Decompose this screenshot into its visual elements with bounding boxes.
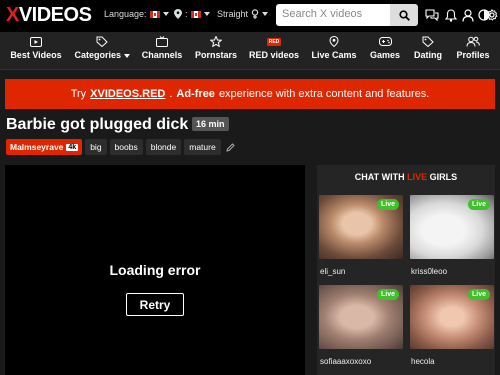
tag-link[interactable]: big [85, 139, 107, 155]
nav-channels[interactable]: Channels [140, 36, 184, 66]
dating-tag-icon [422, 36, 434, 47]
search-input[interactable]: Search X videos [276, 4, 390, 26]
star-icon [210, 36, 222, 47]
search-button[interactable] [390, 4, 418, 26]
canada-flag-icon [190, 10, 201, 18]
nav-label: Pornstars [194, 50, 238, 60]
live-cams-title: CHAT WITH LIVE GIRLS [354, 172, 458, 182]
cam-username[interactable]: hecola [411, 357, 435, 366]
orientation-selector[interactable]: Straight [217, 9, 269, 19]
nav-games[interactable]: Games [368, 36, 402, 66]
nav-label: Dating [414, 50, 442, 60]
language-label: Language: [104, 9, 147, 19]
nav-label: RED videos [248, 50, 299, 60]
promo-bold: Ad-free [176, 88, 215, 100]
promo-brand-link[interactable]: XVIDEOS.RED [90, 88, 165, 100]
video-title: Barbie got plugged dick [6, 116, 189, 133]
nav-label: Games [369, 50, 401, 60]
account-icon[interactable] [461, 8, 475, 22]
nav-profiles[interactable]: Profiles [455, 36, 491, 66]
top-bar: XVIDEOS Language: : Straight Search X vi… [0, 0, 500, 32]
play-icon [30, 36, 42, 47]
promo-suffix: experience with extra content and featur… [218, 88, 430, 100]
nav-label: Live Cams [311, 50, 357, 60]
live-cams-panel: CHAT WITH LIVE GIRLS Live eli_sun Live k… [317, 165, 495, 375]
nav-label: Categories [74, 50, 130, 60]
video-tags: Malmseyrave 4k big boobs blonde mature [6, 139, 235, 155]
tag-link[interactable]: boobs [109, 139, 143, 155]
cam-username[interactable]: eli_sun [320, 267, 345, 276]
canada-flag-icon [149, 10, 160, 18]
nav-label: Profiles [456, 50, 490, 60]
notifications-icon[interactable] [444, 8, 458, 22]
nav-categories[interactable]: Categories [74, 36, 130, 66]
live-badge: Live [376, 199, 399, 210]
live-badge: Live [467, 289, 490, 300]
nav-red-videos[interactable]: RED RED videos [248, 36, 300, 66]
location-pin-icon [174, 9, 182, 19]
red-promo-banner[interactable]: Try XVIDEOS.RED. Ad-free experience with… [5, 79, 495, 109]
promo-prefix: Try [70, 88, 87, 100]
users-icon [466, 36, 480, 47]
chevron-down-icon [203, 12, 210, 16]
cam-thumbnail[interactable]: Live [319, 195, 403, 259]
venus-icon [251, 9, 259, 19]
search-icon [398, 9, 410, 21]
cam-thumbnail[interactable]: Live [410, 285, 494, 349]
cam-thumbnail[interactable]: Live [319, 285, 403, 349]
chevron-down-icon [123, 53, 130, 58]
video-duration-badge: 16 min [192, 117, 229, 131]
site-logo[interactable]: XVIDEOS [6, 4, 92, 27]
red-tag-icon: RED [266, 37, 282, 46]
tag-icon [96, 36, 108, 47]
uploader-name: Malmseyrave [10, 142, 64, 152]
settings-gear-icon[interactable] [485, 8, 499, 22]
cam-username[interactable]: sofiaaaxoxoxo [320, 357, 371, 366]
live-badge: Live [467, 199, 490, 210]
cam-thumbnail[interactable]: Live [410, 195, 494, 259]
edit-pencil-icon[interactable] [226, 142, 235, 152]
nav-label: Channels [141, 50, 183, 60]
nav-dating[interactable]: Dating [411, 36, 445, 66]
nav-pornstars[interactable]: Pornstars [192, 36, 240, 66]
orientation-label: Straight [217, 9, 249, 19]
chat-icon[interactable] [425, 8, 439, 22]
video-player[interactable]: Loading error Retry [5, 165, 305, 375]
live-badge: Live [376, 289, 399, 300]
subscriber-count-badge: 4k [66, 143, 79, 151]
tag-link[interactable]: blonde [145, 139, 182, 155]
uploader-link[interactable]: Malmseyrave 4k [6, 139, 83, 155]
tv-icon [156, 36, 168, 47]
main-nav: Best Videos Categories Channels Pornstar… [0, 32, 500, 70]
nav-best-videos[interactable]: Best Videos [10, 36, 62, 66]
retry-button[interactable]: Retry [126, 293, 184, 316]
nav-live-cams[interactable]: Live Cams [311, 36, 357, 66]
live-cam-pin-icon [329, 36, 339, 47]
location-selector[interactable]: : [174, 9, 210, 19]
chevron-down-icon [262, 12, 269, 16]
chevron-down-icon [162, 12, 169, 16]
language-selector[interactable]: Language: [104, 9, 169, 19]
nav-label: Best Videos [10, 50, 62, 60]
cam-username[interactable]: kriss0leoo [411, 267, 447, 276]
tag-link[interactable]: mature [184, 139, 221, 155]
gamepad-icon [378, 37, 392, 46]
loading-error-message: Loading error [109, 262, 201, 278]
